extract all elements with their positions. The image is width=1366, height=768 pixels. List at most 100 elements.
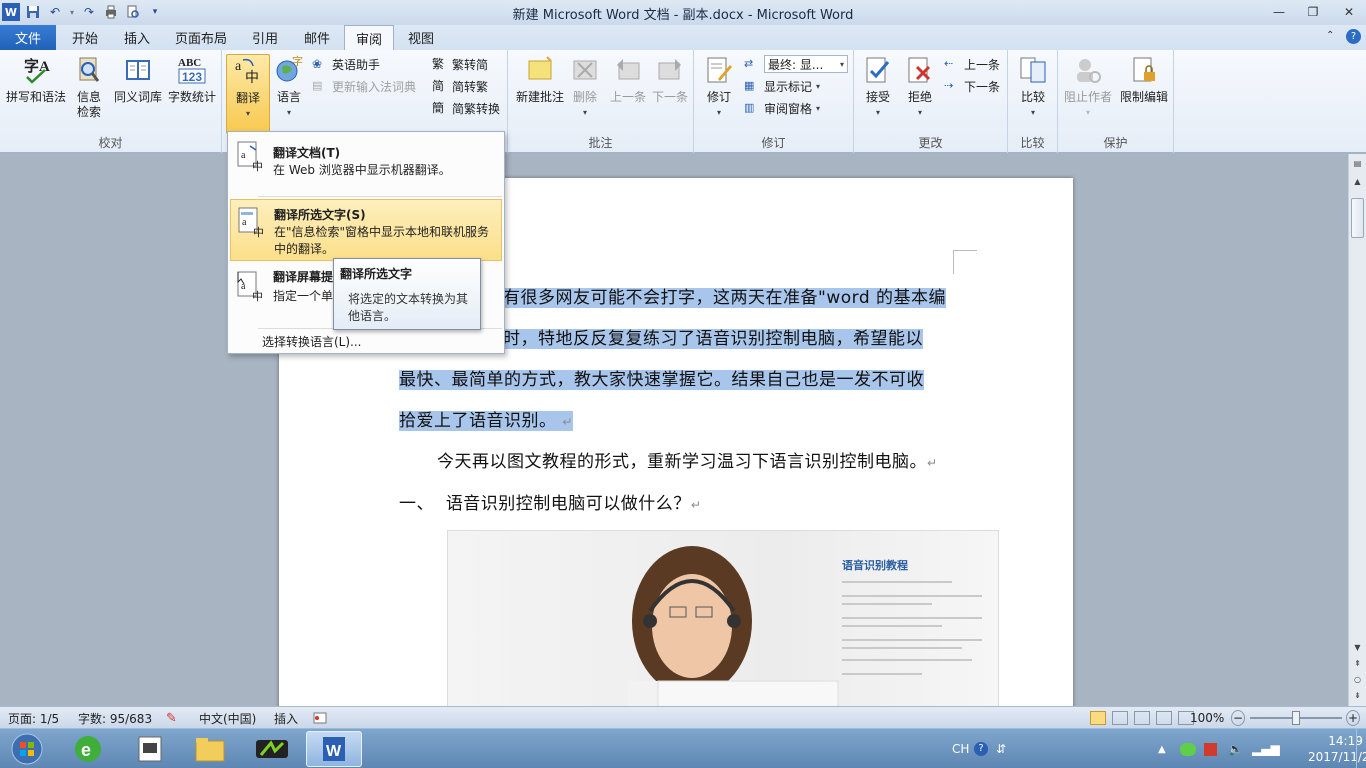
outline-view-icon[interactable]	[1156, 711, 1172, 725]
previous-page-icon[interactable]: ⇞	[1349, 656, 1366, 670]
group-label-protect: 保护	[1103, 136, 1128, 150]
display-for-review-dropdown[interactable]: ⇄ 最终: 显... ▾	[744, 54, 848, 74]
volume-icon[interactable]: 🔈	[1228, 729, 1243, 768]
taskbar-viewer-app[interactable]	[122, 731, 178, 767]
print-layout-view-icon[interactable]	[1090, 711, 1106, 725]
next-change-button[interactable]: ⇢ 下一条	[944, 76, 1000, 96]
full-screen-reading-view-icon[interactable]	[1112, 711, 1128, 725]
tab-view[interactable]: 视图	[398, 25, 444, 50]
minimize-button[interactable]: —	[1264, 2, 1294, 22]
reject-button[interactable]: 拒绝 ▾	[900, 54, 940, 120]
delete-comment-button[interactable]: 删除 ▾	[568, 54, 602, 120]
taskbar-video-app[interactable]	[244, 731, 300, 767]
zoom-slider-thumb[interactable]	[1292, 711, 1300, 725]
menu-item-choose-translation-language[interactable]: 选择转换语言(L)...	[230, 331, 502, 351]
english-assistant-button[interactable]: ❀ 英语助手	[312, 54, 380, 74]
macro-recording-icon[interactable]	[313, 710, 327, 726]
menu-item-translate-document[interactable]: a中 翻译文档(T) 在 Web 浏览器中显示机器翻译。	[230, 136, 502, 194]
show-hidden-icons-icon[interactable]: ▲	[1158, 729, 1166, 768]
simplified-to-traditional-button[interactable]: 简 简转繁	[432, 76, 488, 96]
spelling-grammar-button[interactable]: 字A 拼写和语法	[4, 54, 68, 105]
language-button[interactable]: 字 语言 ▾	[272, 54, 306, 120]
start-button[interactable]	[4, 731, 50, 767]
heading-1[interactable]: 一、 语音识别控制电脑可以做什么？↵	[399, 484, 955, 526]
block-authors-button[interactable]: 阻止作者 ▾	[1062, 54, 1114, 120]
previous-change-button[interactable]: ⇠ 上一条	[944, 54, 1000, 74]
ime-indicator[interactable]: CH	[952, 729, 969, 768]
close-button[interactable]: ✕	[1334, 2, 1364, 22]
final-markup-select[interactable]: 最终: 显... ▾	[764, 55, 848, 73]
scroll-down-icon[interactable]: ▼	[1349, 640, 1366, 654]
translate-button[interactable]: a中 翻译 ▾	[226, 54, 270, 134]
paragraph-2[interactable]: 今天再以图文教程的形式，重新学习温习下语言识别控制电脑。↵	[399, 442, 955, 484]
web-layout-view-icon[interactable]	[1134, 711, 1150, 725]
previous-comment-button[interactable]: 上一条	[608, 54, 648, 105]
network-icon[interactable]: ▂▄▆	[1252, 729, 1280, 768]
scroll-thumb[interactable]	[1351, 198, 1364, 238]
taskbar-browser-app[interactable]: e	[60, 731, 116, 767]
restrict-editing-button[interactable]: 限制编辑	[1116, 54, 1172, 105]
language-status[interactable]: 中文(中国)	[199, 710, 256, 726]
english-assistant-icon: ❀	[312, 57, 323, 71]
zoom-in-icon[interactable]: +	[1346, 710, 1360, 726]
proofing-errors-icon[interactable]: ✎	[166, 710, 177, 726]
chinese-conversion-button[interactable]: 簡 简繁转换	[432, 98, 500, 118]
svg-text:中: 中	[253, 226, 264, 238]
tab-page-layout[interactable]: 页面布局	[168, 25, 234, 50]
compare-button[interactable]: 比较 ▾	[1014, 54, 1052, 120]
word-count-button[interactable]: ABC 123 字数统计	[164, 54, 220, 105]
selected-text-line-1[interactable]: 有很多网友可能不会打字，这两天在准备"word 的基本编	[503, 288, 947, 308]
page-number-status[interactable]: 页面: 1/5	[8, 710, 59, 726]
help-icon[interactable]: ?	[1346, 29, 1361, 44]
word-count-status[interactable]: 字数: 95/683	[78, 710, 152, 726]
accept-button[interactable]: 接受 ▾	[858, 54, 898, 120]
show-desktop-button[interactable]	[1356, 729, 1366, 768]
reviewing-pane-dropdown-icon: ▾	[816, 103, 821, 113]
update-ime-dictionary-button[interactable]: ▤ 更新输入法词典	[312, 76, 416, 96]
taskbar: e W CH ? ⇵ ▲ 🔈 ▂▄▆ 14:19 2017/11/27	[0, 728, 1366, 768]
reviewing-pane-icon: ▥	[744, 101, 755, 114]
paragraph-mark-icon: ↵	[562, 415, 573, 429]
document-area[interactable]: 有很多网友可能不会打字，这两天在准备"word 的基本编 时，特地反反复复练习了…	[0, 154, 1348, 706]
minimize-ribbon-icon[interactable]: ⌃	[1326, 30, 1334, 41]
taskbar-word-app[interactable]: W	[306, 731, 362, 767]
traditional-to-simplified-button[interactable]: 繁 繁转简	[432, 54, 488, 74]
zoom-level[interactable]: 100%	[1190, 710, 1224, 726]
menu-item-translate-selected-text[interactable]: a中 翻译所选文字(S) 在"信息检索"窗格中显示本地和联机服务中的翻译。	[230, 199, 502, 261]
track-changes-icon	[703, 54, 735, 86]
next-comment-button[interactable]: 下一条	[650, 54, 690, 105]
tab-references[interactable]: 引用	[242, 25, 288, 50]
show-markup-button[interactable]: ▦ 显示标记 ▾	[744, 76, 820, 96]
speech-recognition-picture[interactable]: 语音识别教程	[447, 530, 999, 706]
selected-text-line-2[interactable]: 时，特地反反复复练习了语音识别控制电脑，希望能以	[503, 329, 923, 349]
track-changes-button[interactable]: 修订 ▾	[700, 54, 738, 120]
ime-options-icon[interactable]: ⇵	[996, 729, 1006, 768]
tab-insert[interactable]: 插入	[114, 25, 160, 50]
svg-text:a: a	[242, 217, 247, 228]
picture-text-line	[842, 595, 982, 597]
scroll-up-icon[interactable]: ▲	[1349, 174, 1366, 188]
select-browse-object-icon[interactable]: ○	[1349, 672, 1366, 686]
tab-review[interactable]: 审阅	[344, 25, 394, 50]
security-tray-icon[interactable]	[1204, 729, 1217, 768]
research-button[interactable]: 信息 检索	[70, 54, 108, 120]
title-bar: W ↶ ▾ ↷ ▾ 新建 Microsoft Word 文档 - 副本.docx…	[0, 0, 1366, 25]
insert-mode-status[interactable]: 插入	[274, 710, 298, 726]
ime-help-icon[interactable]: ?	[974, 729, 988, 768]
selected-text-line-4[interactable]: 拾爱上了语音识别。 ↵	[399, 411, 573, 431]
zoom-out-icon[interactable]: −	[1231, 710, 1245, 726]
new-comment-button[interactable]: 新建批注	[512, 54, 568, 105]
ruler-toggle-icon[interactable]: ▤	[1349, 156, 1366, 170]
tab-file[interactable]: 文件	[0, 25, 56, 50]
selected-text-line-3[interactable]: 最快、最简单的方式，教大家快速掌握它。结果自己也是一发不可收	[399, 370, 924, 390]
thesaurus-button[interactable]: 同义词库	[110, 54, 166, 105]
restore-button[interactable]: ❐	[1298, 2, 1328, 22]
tab-home[interactable]: 开始	[62, 25, 108, 50]
vertical-scrollbar[interactable]: ▤ ▲ ▼ ⇞ ○ ⇟	[1348, 154, 1366, 706]
wechat-tray-icon[interactable]	[1180, 729, 1196, 768]
tab-mailings[interactable]: 邮件	[294, 25, 340, 50]
translate-dropdown-icon: ▾	[245, 109, 250, 118]
taskbar-explorer-app[interactable]	[182, 731, 238, 767]
next-page-icon[interactable]: ⇟	[1349, 688, 1366, 702]
reviewing-pane-button[interactable]: ▥ 审阅窗格 ▾	[744, 98, 820, 118]
